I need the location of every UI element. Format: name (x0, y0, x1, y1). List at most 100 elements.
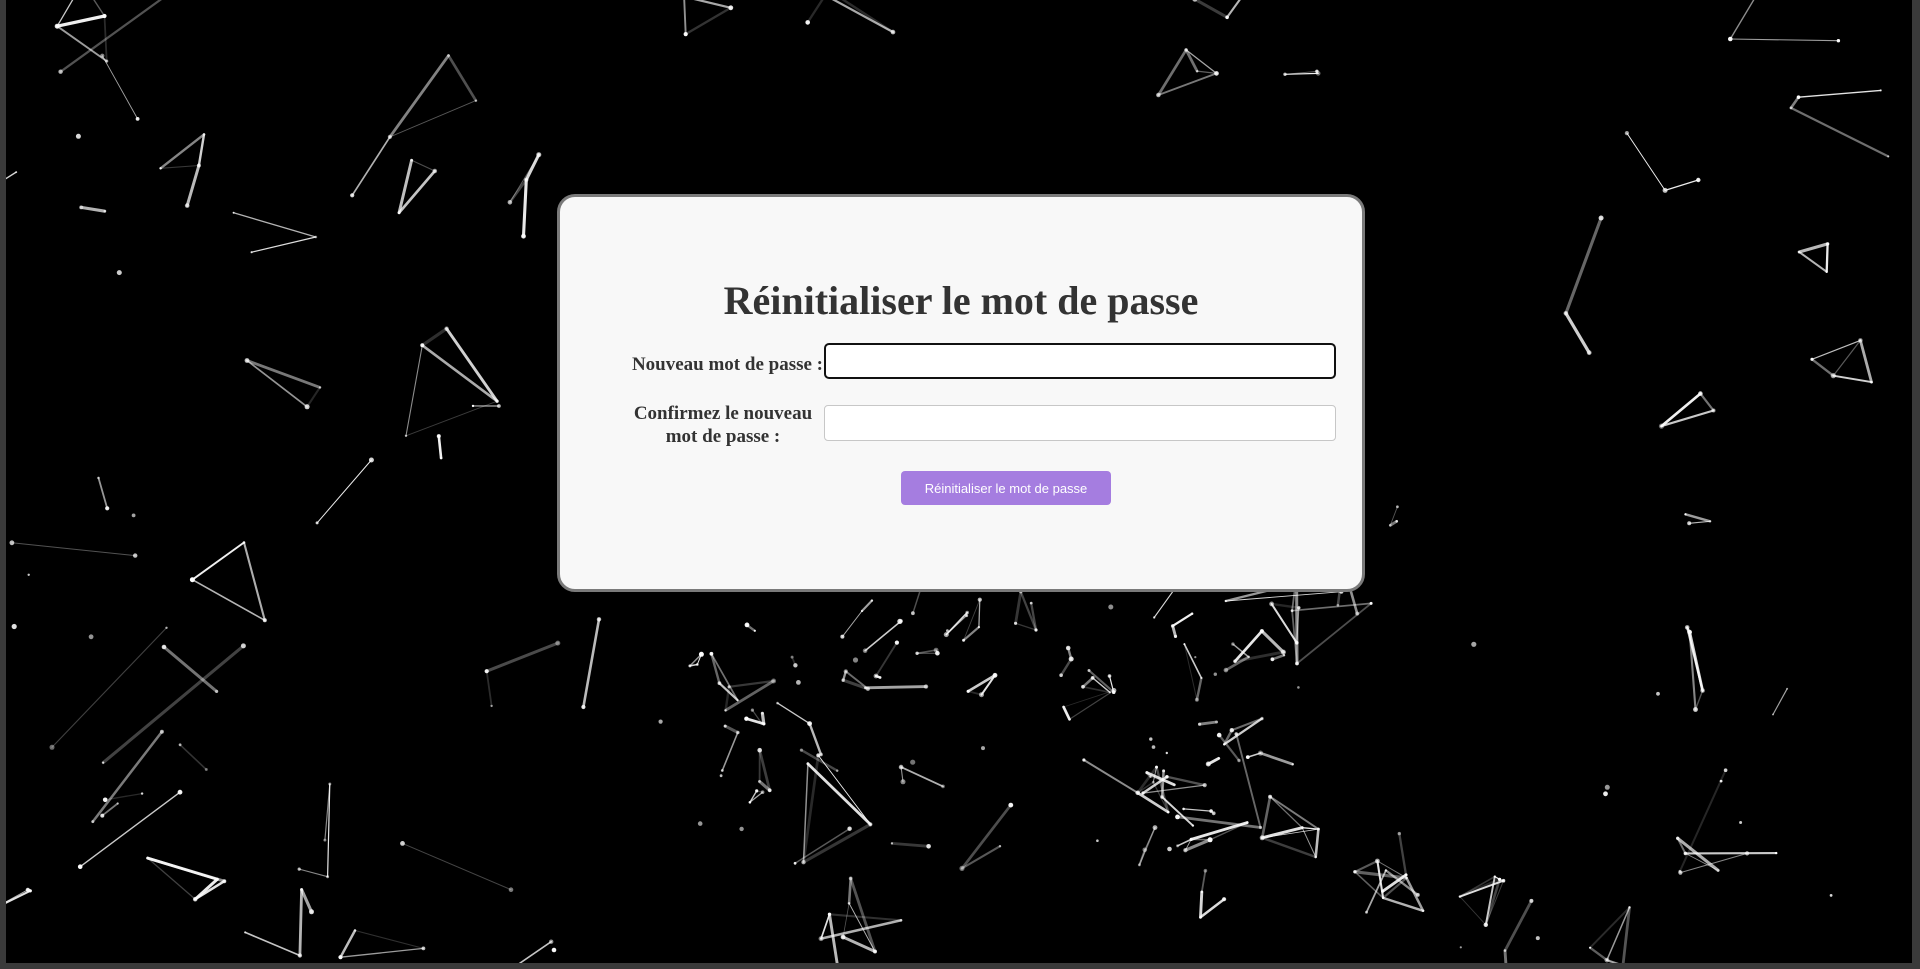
particle-link (841, 610, 863, 638)
particle-node (946, 629, 949, 633)
particle-link (960, 845, 1002, 870)
particle-link (485, 670, 493, 707)
particle-link (710, 652, 721, 685)
particle-link (1810, 358, 1835, 377)
particle-link (354, 930, 424, 949)
particle-node (75, 133, 81, 139)
particle-link (1825, 242, 1829, 273)
particle-link (801, 822, 872, 864)
particle-link (1198, 720, 1218, 726)
particle-link (1189, 821, 1249, 841)
particle-link (1797, 89, 1882, 98)
particle-link (101, 644, 245, 765)
particle-link (1206, 756, 1221, 766)
particle-link (890, 842, 930, 848)
particle-link (160, 164, 200, 169)
particle-link (1589, 906, 1631, 949)
particle-link (817, 754, 871, 825)
particle-node (1535, 936, 1540, 941)
particle-node (739, 826, 744, 832)
particle-link (251, 236, 317, 253)
particle-link (191, 578, 266, 622)
particle-link (1353, 859, 1379, 873)
particle-link (1059, 657, 1073, 677)
particle-link (945, 615, 968, 636)
particle-link (1200, 869, 1207, 893)
particle-link (1062, 705, 1071, 721)
particle-link (1182, 808, 1212, 812)
particle-link (1503, 899, 1533, 952)
particle-link (6, 889, 32, 904)
particle-link (806, 0, 824, 24)
particle-link (776, 702, 811, 725)
particle-link (1588, 946, 1609, 962)
particle-node (1108, 604, 1114, 610)
particle-node (981, 746, 985, 751)
particle-link (1626, 132, 1666, 191)
particle-link (841, 678, 870, 691)
particle-link (1291, 602, 1372, 612)
particle-link (420, 327, 449, 347)
particle-link (820, 913, 831, 940)
particle-link (79, 791, 181, 868)
particle-link (1195, 676, 1203, 701)
particle-link (1564, 216, 1603, 315)
particle-link (710, 652, 739, 702)
particle-link (1063, 689, 1115, 708)
particle-link (1270, 602, 1301, 609)
particle-link (51, 627, 168, 748)
particle-link (447, 54, 478, 102)
particle-link (723, 724, 740, 734)
particle-link (411, 159, 436, 172)
particle-node (551, 947, 557, 953)
particle-link (1503, 949, 1508, 963)
particle-link (1171, 612, 1194, 628)
particle-link (900, 766, 944, 788)
particle-link (244, 931, 301, 957)
particle-link (101, 55, 139, 120)
particle-link (6, 171, 17, 180)
particle-link (306, 386, 321, 408)
particle-node (1471, 641, 1477, 647)
particle-link (721, 731, 739, 772)
particle-node (1096, 839, 1099, 842)
particle-link (300, 888, 314, 914)
particle-link (298, 868, 329, 878)
particle-link (146, 856, 226, 883)
new-password-row: Nouveau mot de passe : (560, 343, 1362, 381)
particle-link (79, 205, 107, 213)
particle-node (1604, 784, 1610, 790)
new-password-input[interactable] (824, 343, 1336, 379)
particle-link (1797, 242, 1830, 254)
page-title: Réinitialiser le mot de passe (723, 278, 1199, 323)
particle-node (1656, 691, 1660, 696)
particle-node (658, 719, 663, 724)
confirm-password-row: Confirmez le nouveau mot de passe : (560, 402, 1362, 448)
particle-link (339, 929, 357, 959)
particle-link (179, 743, 208, 771)
particle-link (420, 343, 499, 403)
particle-link (1199, 890, 1204, 919)
particle-link (1859, 338, 1873, 384)
page-viewport: Réinitialiser le mot de passe Nouveau mo… (6, 0, 1912, 963)
particle-link (1184, 48, 1199, 73)
particle-link (1171, 624, 1177, 638)
particle-link (978, 599, 981, 628)
particle-link (193, 879, 226, 901)
particle-link (842, 670, 847, 682)
particle-node (1149, 737, 1153, 741)
particle-link (1183, 643, 1203, 679)
particle-link (1269, 795, 1320, 831)
particle-link (1459, 896, 1487, 926)
reset-password-button[interactable]: Réinitialiser le mot de passe (901, 471, 1111, 505)
particle-link (684, 6, 732, 36)
particle-link (1183, 838, 1212, 852)
particle-link (1789, 95, 1800, 110)
particle-node (1829, 894, 1833, 897)
particle-link (749, 791, 764, 803)
particle-link (1564, 311, 1591, 355)
particle-node (116, 270, 122, 276)
confirm-password-input[interactable] (824, 405, 1336, 441)
particle-link (966, 673, 997, 693)
particle-link (1082, 759, 1139, 794)
